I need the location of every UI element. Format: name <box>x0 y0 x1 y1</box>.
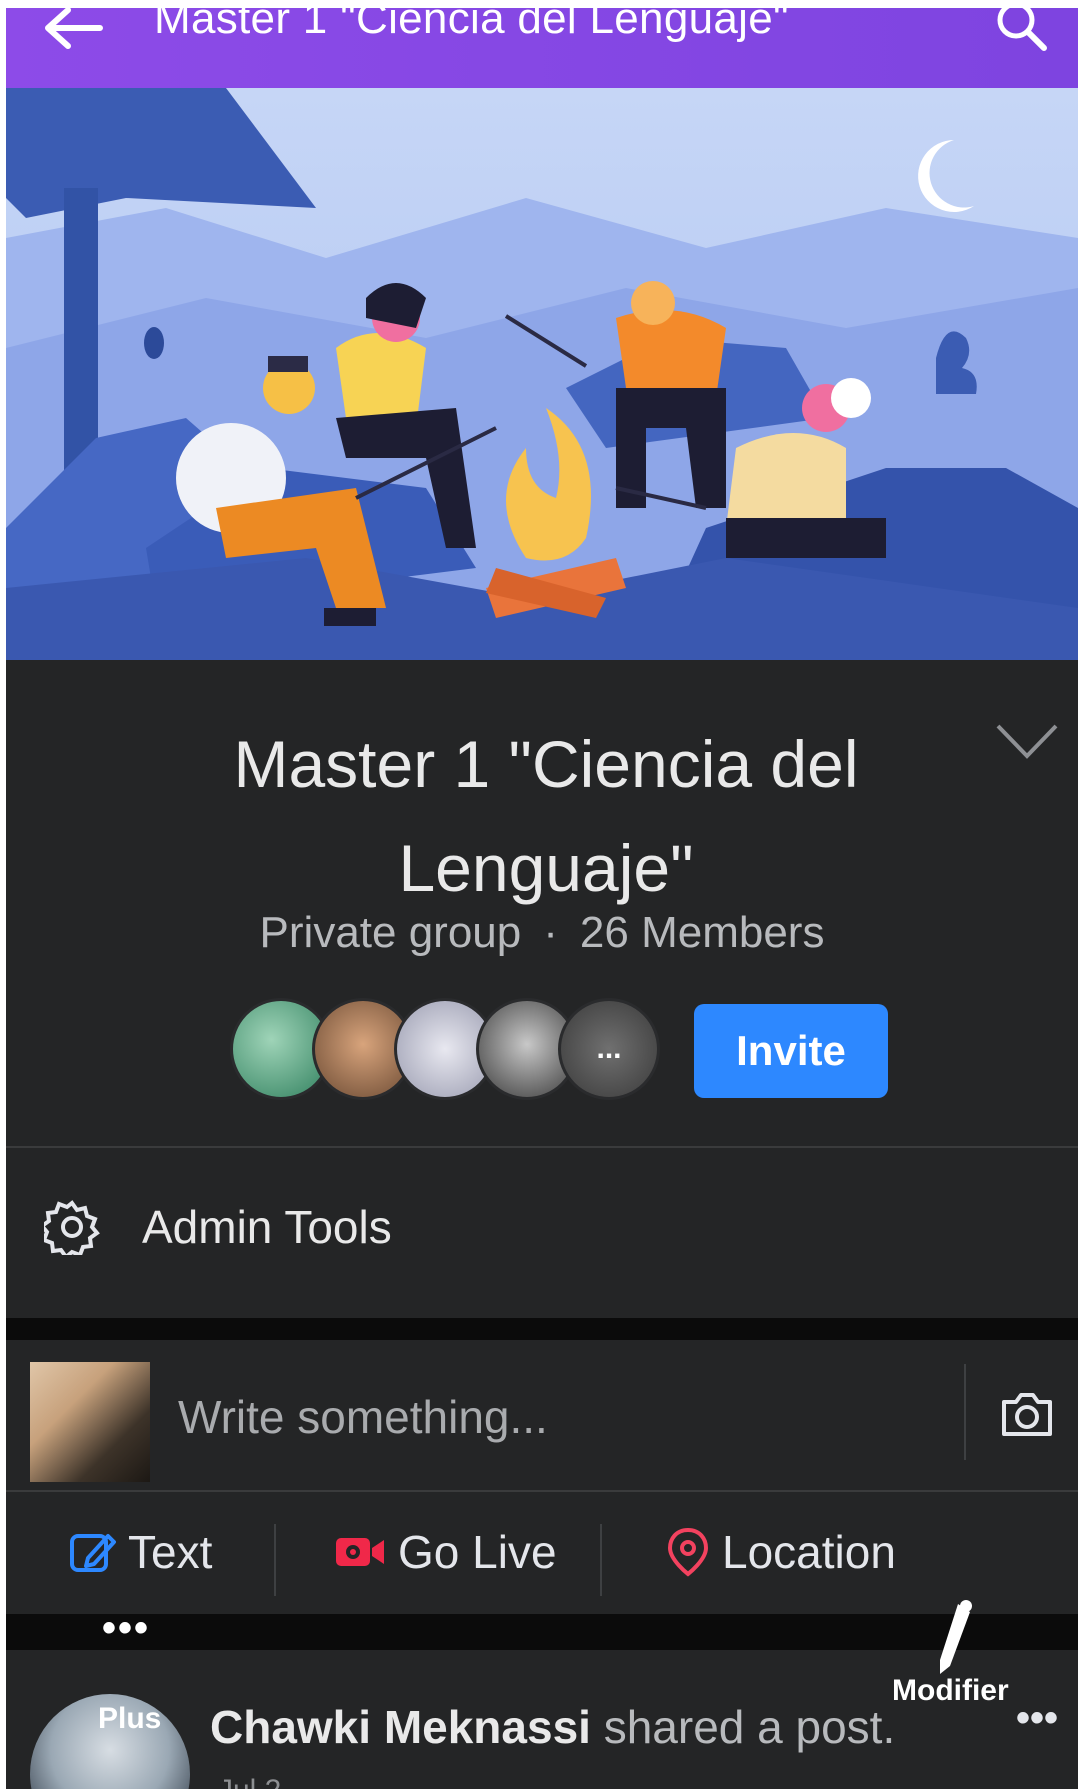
divider <box>964 1364 966 1460</box>
group-info: Master 1 "Ciencia del Lenguaje" Private … <box>6 660 1078 1148</box>
post-preview[interactable]: Plus Chawki Meknassi shared a post. Jul … <box>6 1650 1078 1789</box>
more-members-avatar[interactable]: ... <box>558 998 660 1100</box>
search-icon[interactable] <box>992 8 1052 58</box>
modifier-label[interactable]: Modifier <box>892 1674 1009 1708</box>
post-action: shared a post. <box>603 1701 896 1753</box>
composer-actions: Text Go Live Location <box>6 1492 1078 1614</box>
pencil-icon[interactable] <box>924 1598 988 1680</box>
post-more-icon[interactable]: ••• <box>1016 1696 1058 1741</box>
group-privacy: Private group <box>259 908 522 957</box>
app-frame: Master 1 "Ciencia del Lenguaje" Master 1… <box>6 8 1078 1789</box>
group-cover-image[interactable] <box>6 88 1078 660</box>
text-post-label: Text <box>128 1526 213 1578</box>
meta-separator: · <box>543 908 558 957</box>
user-avatar[interactable] <box>30 1362 150 1482</box>
back-arrow-icon[interactable] <box>40 8 110 58</box>
camera-icon[interactable] <box>998 1384 1056 1442</box>
post-composer[interactable]: Write something... <box>6 1340 1078 1490</box>
group-meta: Private group · 26 Members <box>6 908 1078 958</box>
plus-badge: Plus <box>98 1702 162 1735</box>
divider <box>600 1524 602 1596</box>
admin-tools-row[interactable]: Admin Tools <box>6 1148 1078 1318</box>
more-options-icon[interactable]: ••• <box>102 1606 150 1651</box>
invite-button[interactable]: Invite <box>694 1004 888 1098</box>
group-title[interactable]: Master 1 "Ciencia del Lenguaje" <box>86 712 1006 920</box>
location-pin-icon <box>667 1527 709 1577</box>
more-members-label: ... <box>596 1032 622 1065</box>
section-separator <box>6 1318 1078 1340</box>
chevron-down-icon[interactable] <box>992 718 1062 768</box>
write-something-input[interactable]: Write something... <box>178 1390 548 1444</box>
admin-tools-label: Admin Tools <box>142 1201 392 1253</box>
go-live-button[interactable]: Go Live <box>334 1522 557 1582</box>
go-live-label: Go Live <box>398 1526 557 1578</box>
member-avatars[interactable]: ... Invite <box>230 998 930 1108</box>
text-post-button[interactable]: Text <box>68 1522 212 1582</box>
location-button[interactable]: Location <box>666 1522 896 1582</box>
group-member-count[interactable]: 26 Members <box>580 908 825 957</box>
live-video-icon <box>336 1538 384 1566</box>
top-bar: Master 1 "Ciencia del Lenguaje" <box>6 8 1078 88</box>
post-headline: Chawki Meknassi shared a post. <box>210 1700 895 1754</box>
edit-icon <box>70 1534 116 1572</box>
header-title: Master 1 "Ciencia del Lenguaje" <box>154 8 789 43</box>
post-author[interactable]: Chawki Meknassi <box>210 1701 591 1753</box>
divider <box>274 1524 276 1596</box>
location-label: Location <box>722 1526 896 1578</box>
section-separator <box>6 1614 1078 1650</box>
post-date: Jul 2 <box>218 1774 281 1789</box>
gear-icon <box>44 1200 100 1255</box>
